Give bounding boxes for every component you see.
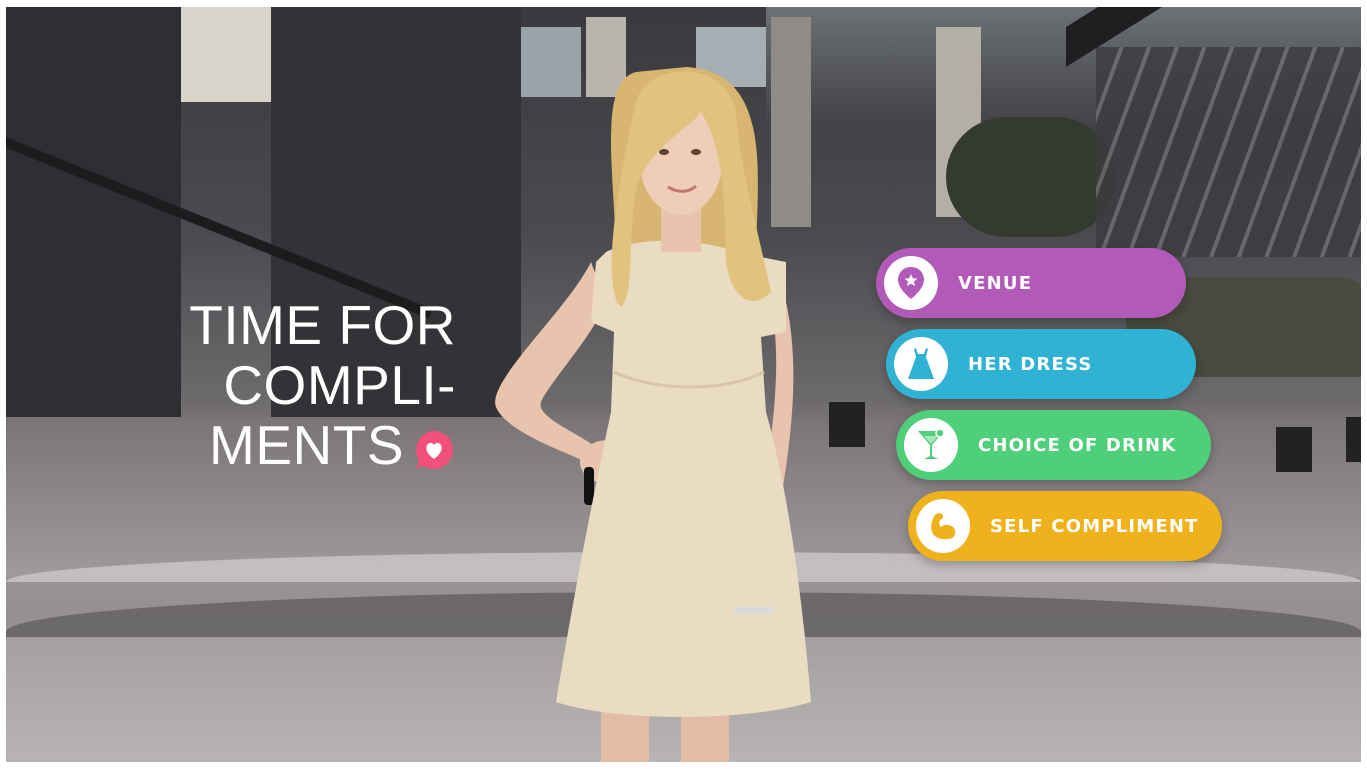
location-pin-icon — [884, 256, 938, 310]
venue-button[interactable]: VENUE — [876, 248, 1186, 318]
dress-icon — [894, 337, 948, 391]
venue-button-label: VENUE — [958, 272, 1033, 294]
choice-of-drink-button-label: CHOICE OF DRINK — [978, 434, 1177, 456]
self-compliment-button-label: SELF COMPLIMENT — [990, 515, 1199, 537]
her-dress-button-label: HER DRESS — [968, 353, 1093, 375]
heart-speech-bubble-icon — [412, 423, 456, 470]
her-dress-button[interactable]: HER DRESS — [886, 329, 1196, 399]
game-viewport: TIME FOR COMPLI- MENTS VENUE HER DRESS C… — [6, 7, 1361, 762]
title-line-3: MENTS — [209, 414, 404, 476]
self-compliment-button[interactable]: SELF COMPLIMENT — [908, 491, 1222, 561]
title-line-2: COMPLI- — [223, 354, 456, 416]
title-line-1: TIME FOR — [189, 294, 456, 356]
character-portrait — [486, 62, 846, 762]
cocktail-glass-icon — [904, 418, 958, 472]
flexed-bicep-icon — [916, 499, 970, 553]
screen-title: TIME FOR COMPLI- MENTS — [126, 295, 456, 475]
choice-of-drink-button[interactable]: CHOICE OF DRINK — [896, 410, 1211, 480]
